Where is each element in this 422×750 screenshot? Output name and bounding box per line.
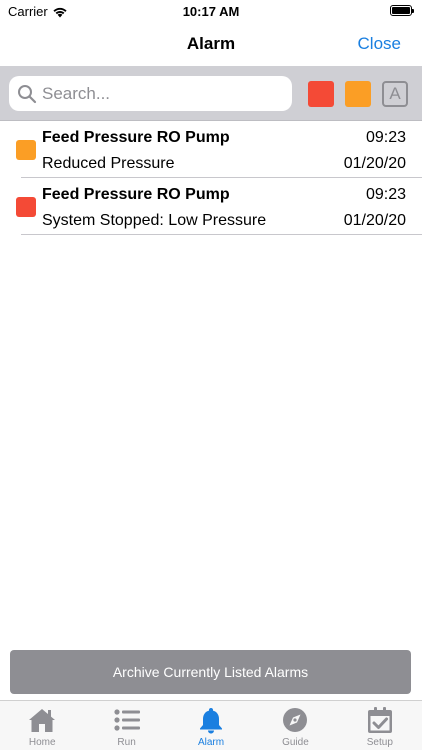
compass-icon <box>283 708 308 732</box>
nav-bar: Alarm Close <box>0 22 422 66</box>
alarm-title: Feed Pressure RO Pump <box>42 129 230 146</box>
alarm-row[interactable]: Feed Pressure RO Pump 09:23 System Stopp… <box>0 179 422 235</box>
search-input[interactable] <box>42 83 282 104</box>
alarm-row[interactable]: Feed Pressure RO Pump 09:23 Reduced Pres… <box>0 122 422 178</box>
tab-home[interactable]: Home <box>0 701 84 750</box>
alarm-title: Feed Pressure RO Pump <box>42 186 230 203</box>
alarm-date: 01/20/20 <box>343 155 406 172</box>
row-divider <box>21 177 422 178</box>
tab-bar: Home Run Alarm Guide Setup <box>0 700 422 750</box>
tab-label: Alarm <box>197 737 225 748</box>
tab-label: Home <box>28 737 56 748</box>
severity-indicator-red <box>16 197 36 217</box>
tab-setup[interactable]: Setup <box>338 701 422 750</box>
alarm-description: System Stopped: Low Pressure <box>42 212 267 229</box>
filter-all-button[interactable]: A <box>382 81 408 107</box>
row-divider <box>21 234 422 235</box>
close-button[interactable]: Close <box>358 34 401 54</box>
archive-alarms-button[interactable]: Archive Currently Listed Alarms <box>10 650 411 694</box>
tab-alarm[interactable]: Alarm <box>169 701 253 750</box>
search-toolbar: A <box>0 66 422 121</box>
tab-guide[interactable]: Guide <box>253 701 337 750</box>
bell-icon <box>200 708 223 734</box>
severity-indicator-orange <box>16 140 36 160</box>
filter-red-button[interactable] <box>308 81 334 107</box>
alarm-description: Reduced Pressure <box>42 155 175 172</box>
home-icon <box>29 709 56 732</box>
alarm-date: 01/20/20 <box>343 212 406 229</box>
list-icon <box>114 709 140 731</box>
tab-label: Guide <box>282 737 309 748</box>
alarm-time: 09:23 <box>365 186 406 203</box>
battery-icon <box>390 5 414 16</box>
filter-orange-button[interactable] <box>345 81 371 107</box>
search-box[interactable] <box>9 76 292 111</box>
tab-run[interactable]: Run <box>84 701 168 750</box>
alarm-time: 09:23 <box>365 129 406 146</box>
calendar-check-icon <box>367 707 392 733</box>
search-icon <box>18 84 37 103</box>
status-bar: Carrier 10:17 AM <box>0 0 422 22</box>
status-time: 10:17 AM <box>182 4 240 19</box>
tab-label: Run <box>117 737 136 748</box>
tab-label: Setup <box>366 737 393 748</box>
